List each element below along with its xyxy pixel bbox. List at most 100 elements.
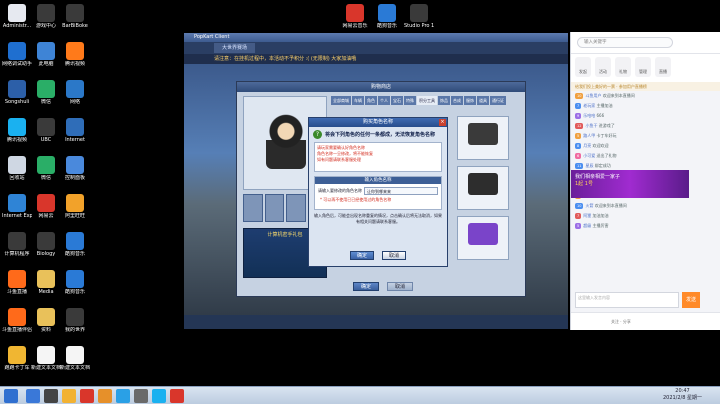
chat-user[interactable]: 火箭 (585, 203, 593, 208)
chat-user[interactable]: 小鱼干 (585, 123, 597, 128)
chat-user[interactable]: 超级 (583, 223, 591, 228)
level-badge: 10 (575, 203, 584, 209)
taskbar-app-icon[interactable] (134, 389, 148, 403)
desktop-icon[interactable]: 新建文本文档 (60, 346, 90, 371)
desktop-icon[interactable]: 新建文本文档.txt (31, 346, 61, 371)
toolbar-button[interactable]: 管理 (635, 57, 651, 77)
shop-item[interactable] (457, 166, 509, 210)
shop-tab[interactable]: 全部商城 (331, 96, 351, 105)
desktop-icon[interactable]: 网络调试助手 (2, 42, 32, 67)
toolbar-button[interactable]: 发起 (575, 57, 591, 77)
desktop-icon[interactable]: 控制面板 (60, 156, 90, 181)
character-avatar (266, 111, 306, 169)
desktop-icon[interactable]: 斗鱼直播伴侣 (2, 308, 32, 333)
desktop-icon[interactable]: 网易云 (31, 194, 61, 219)
desktop-icon[interactable]: 游戏中心 (31, 4, 61, 29)
desktop-icon[interactable]: 计算机程序 (2, 232, 32, 257)
shop-tab[interactable]: 角色 (365, 96, 377, 105)
shop-item[interactable] (457, 116, 509, 160)
desktop-icon[interactable]: 此电脑 (31, 42, 61, 67)
desktop-icon[interactable]: 酷狗音乐 (60, 232, 90, 257)
toolbar-button[interactable]: 礼物 (615, 57, 631, 77)
shop-tab[interactable]: 车辆 (352, 96, 364, 105)
equipment-slot[interactable] (286, 194, 306, 222)
desktop-icon[interactable]: Internet Explorer (2, 194, 32, 219)
toolbar-button[interactable]: 直播 (655, 57, 671, 77)
taskbar-app-icon[interactable] (62, 389, 76, 403)
desktop-icon[interactable]: 微信 (31, 156, 61, 181)
taskbar-app-icon[interactable] (170, 389, 184, 403)
taskbar-app-icon[interactable] (80, 389, 94, 403)
desktop-icon[interactable]: Administr... (2, 4, 32, 29)
name-input[interactable]: 让你到哪来来 (364, 187, 438, 195)
desktop-icon[interactable]: 斗鱼直播 (2, 270, 32, 295)
desktop-icon[interactable]: 腾讯视频 (2, 118, 32, 143)
toolbar-button[interactable]: 活动 (595, 57, 611, 77)
desktop-icon[interactable]: Songshuli (2, 80, 32, 105)
desktop-icon[interactable]: 跑跑卡丁车 (2, 346, 32, 371)
shop-tab[interactable]: 积分工具 (417, 96, 437, 105)
taskbar-app-icon[interactable] (44, 389, 58, 403)
shop-tab[interactable]: 饰品 (438, 96, 450, 105)
game-top-tab[interactable]: 大世界赛场 (214, 43, 256, 53)
taskbar-app-icon[interactable] (26, 389, 40, 403)
chat-user[interactable]: 老玩家 (583, 103, 595, 108)
taskbar-app-icon[interactable] (152, 389, 166, 403)
shop-tab[interactable]: 道具 (477, 96, 489, 105)
shop-tab[interactable]: 通行证 (490, 96, 506, 105)
shop-item[interactable] (457, 216, 509, 260)
close-icon[interactable]: × (439, 119, 446, 126)
chat-user[interactable]: 斗鱼用户 (585, 93, 601, 98)
clock[interactable]: 20:47 2021/2/8 星期一 (663, 388, 702, 402)
shop-tab[interactable]: 特殊 (404, 96, 416, 105)
desktop-icon[interactable]: Internet (60, 118, 90, 143)
send-button[interactable]: 发送 (682, 292, 700, 308)
start-button[interactable] (4, 389, 18, 403)
chat-text: 路人甲 卡丁车好玩 (583, 133, 616, 139)
level-badge: 8 (575, 143, 582, 149)
desktop-icon[interactable]: 网络 (60, 80, 90, 105)
desktop-icon[interactable]: BarBiBoke (60, 4, 90, 29)
dialog-cancel-button[interactable]: 取消 (382, 251, 406, 260)
chat-user[interactable]: 阿狸 (583, 213, 591, 218)
desktop-icon[interactable]: 阿里旺旺 (60, 194, 90, 219)
desktop-icon[interactable]: 腾讯视频 (60, 42, 90, 67)
chat-user[interactable]: 路人甲 (583, 133, 595, 138)
desktop-icon[interactable]: 酷狗音乐 (60, 270, 90, 295)
shop-tab[interactable]: 合成 (451, 96, 463, 105)
panel-cancel-button[interactable]: 取消 (387, 282, 413, 291)
desktop-icon[interactable]: 网易云音乐 (340, 4, 370, 29)
chat-user[interactable]: 乐哈哈 (583, 113, 595, 118)
search-input[interactable]: 输入关键字 (577, 37, 673, 48)
desktop-icon[interactable]: Media (31, 270, 61, 295)
chat-input[interactable]: 这里输入发言内容 (575, 292, 679, 308)
chat-user[interactable]: 星辰 (585, 163, 593, 168)
desktop-icon-label: 酷狗音乐 (376, 23, 397, 29)
chat-text: 斗鱼用户 欢迎来到本直播间 (585, 93, 634, 99)
app-icon (8, 118, 26, 136)
panel-ok-button[interactable]: 确定 (353, 282, 379, 291)
taskbar-app-icon[interactable] (116, 389, 130, 403)
desktop-icon[interactable]: 资料 (31, 308, 61, 333)
desktop-icon[interactable]: 微信 (31, 80, 61, 105)
live-top-bar: 输入关键字 (571, 32, 720, 54)
shop-tab[interactable]: 宝石 (391, 96, 403, 105)
equipment-slot[interactable] (264, 194, 284, 222)
game-window[interactable]: PopKart Client 大世界赛场 请注意：在挂机过程中，本活动不予积分 … (183, 32, 569, 330)
desktop-icon[interactable]: 酷狗音乐 (372, 4, 402, 29)
equipment-slot[interactable] (243, 194, 263, 222)
chat-user[interactable]: 小可爱 (583, 153, 595, 158)
level-badge: 7 (575, 103, 582, 109)
desktop-icon[interactable]: Studio Pro 1 (404, 4, 434, 29)
desktop-icon[interactable]: 我的世界 (60, 308, 90, 333)
desktop-icon[interactable]: 回收站 (2, 156, 32, 181)
shop-tab[interactable]: 服饰 (464, 96, 476, 105)
desktop-icon[interactable]: UBC (31, 118, 61, 143)
chat-content: 主播厉害 (592, 223, 609, 228)
chat-user[interactable]: 月亮 (583, 143, 591, 148)
shop-tab[interactable]: 个人 (378, 96, 390, 105)
desktop-icon-label: 跑跑卡丁车 (4, 365, 30, 371)
desktop-icon[interactable]: Biology (31, 232, 61, 257)
dialog-ok-button[interactable]: 确定 (350, 251, 374, 260)
taskbar-app-icon[interactable] (98, 389, 112, 403)
